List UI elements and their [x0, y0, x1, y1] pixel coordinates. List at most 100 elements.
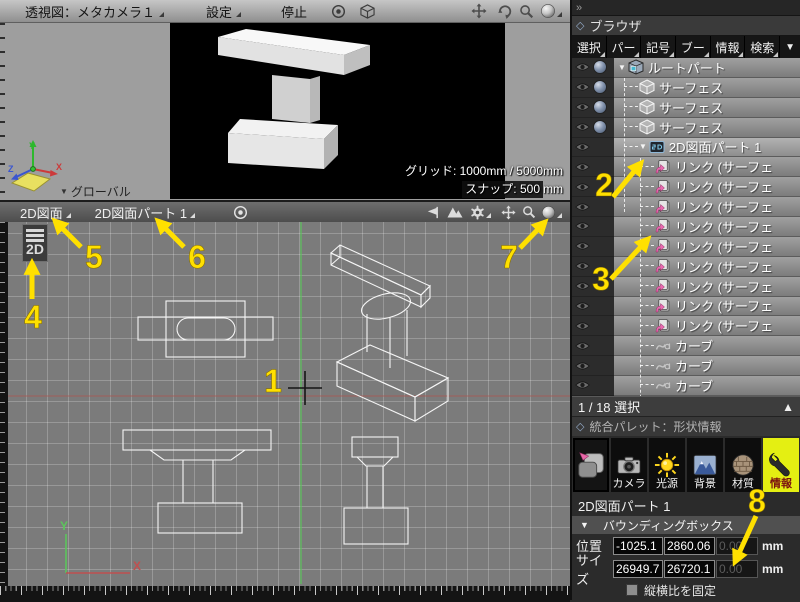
eye-icon[interactable]: [575, 182, 590, 192]
tree-item-label: ルートパート: [648, 58, 726, 77]
tree-item[interactable]: リンク (サーフェ: [572, 277, 800, 297]
part-menu[interactable]: 2D図面パート 1: [95, 203, 195, 222]
tree-item[interactable]: ▼ 2D図面パート 1: [572, 138, 800, 158]
view-type-menu[interactable]: 2D図面: [20, 203, 71, 222]
tree-item[interactable]: リンク (サーフェ: [572, 316, 800, 336]
aspect-checkbox[interactable]: [626, 584, 638, 596]
bounding-box-header[interactable]: ▼ バウンディングボックス: [572, 516, 800, 534]
tree-item[interactable]: リンク (サーフェ: [572, 217, 800, 237]
browser-tab-5[interactable]: 情報: [711, 36, 745, 58]
browser-tab-3[interactable]: 記号: [641, 36, 675, 58]
target-icon[interactable]: [331, 4, 346, 19]
value-field[interactable]: -1025.1: [613, 537, 663, 555]
pan-icon[interactable]: [501, 205, 516, 220]
eye-icon[interactable]: [575, 62, 590, 72]
tool-button-sun[interactable]: 光源: [649, 438, 685, 492]
eye-icon[interactable]: [575, 321, 590, 331]
shape-mode-button[interactable]: [573, 438, 609, 492]
gear-icon[interactable]: [470, 205, 491, 220]
cube-icon[interactable]: [360, 4, 375, 19]
tree-item[interactable]: リンク (サーフェ: [572, 157, 800, 177]
background-view-icon[interactable]: [447, 204, 463, 220]
tree-item[interactable]: カーブ: [572, 376, 800, 396]
tool-button-bg[interactable]: 背景: [687, 438, 723, 492]
eye-icon[interactable]: [575, 380, 590, 390]
zoom-icon[interactable]: [522, 205, 536, 219]
drawing-canvas[interactable]: [8, 222, 570, 586]
selection-flag-icon[interactable]: [425, 205, 440, 220]
tree-item[interactable]: カーブ: [572, 336, 800, 356]
eye-icon[interactable]: [575, 162, 590, 172]
view-2d-badge[interactable]: 2D: [22, 224, 48, 262]
render-flag-icon[interactable]: [593, 120, 607, 134]
eye-icon[interactable]: [575, 241, 590, 251]
tree-item[interactable]: リンク (サーフェ: [572, 197, 800, 217]
tool-button-material[interactable]: 材質: [725, 438, 761, 492]
camera-menu[interactable]: 透視図：メタカメラ１: [25, 2, 164, 21]
tree-item[interactable]: リンク (サーフェ: [572, 297, 800, 317]
value-field[interactable]: 2860.06: [664, 537, 715, 555]
browser-tab-1[interactable]: 選択: [572, 36, 606, 58]
value-field[interactable]: 26720.1: [664, 560, 715, 578]
display-mode-icon[interactable]: [541, 205, 562, 220]
eye-icon[interactable]: [575, 102, 590, 112]
eye-icon[interactable]: [575, 361, 590, 371]
browser-tab-6[interactable]: 検索: [745, 36, 779, 58]
render-flag-icon[interactable]: [593, 60, 607, 74]
coordinate-mode-selector[interactable]: ▼ グローバル: [60, 183, 131, 200]
tree-item-label: カーブ: [675, 376, 713, 395]
snap-value[interactable]: スナップ: 500: [462, 181, 543, 198]
settings-menu[interactable]: 設定: [206, 2, 241, 21]
tree-item[interactable]: サーフェス: [572, 78, 800, 98]
corner-icon: [738, 52, 743, 57]
palette-header[interactable]: ◇ 統合パレット：形状情報: [572, 416, 800, 436]
expander-icon[interactable]: ▼: [639, 142, 647, 151]
bounding-box-fields: 位置-1025.12860.060.00mmサイズ26949.726720.10…: [572, 534, 800, 580]
tree-item-label: リンク (サーフェ: [675, 177, 773, 196]
render-flag-icon[interactable]: [593, 80, 607, 94]
eye-icon[interactable]: [575, 202, 590, 212]
tool-button-wrench[interactable]: 情報: [763, 438, 799, 492]
eye-icon[interactable]: [575, 281, 590, 291]
tool-button-camera[interactable]: カメラ: [611, 438, 647, 492]
eye-icon[interactable]: [575, 301, 590, 311]
tree-item[interactable]: リンク (サーフェ: [572, 177, 800, 197]
target-icon[interactable]: [233, 205, 248, 220]
rotate-icon[interactable]: [497, 3, 513, 19]
eye-icon[interactable]: [575, 82, 590, 92]
tree-item[interactable]: リンク (サーフェ: [572, 237, 800, 257]
browser-tab-4[interactable]: ブー: [676, 36, 710, 58]
tree-row-body: リンク (サーフェ: [614, 177, 800, 197]
expander-icon[interactable]: ▼: [618, 63, 626, 72]
display-mode-icon[interactable]: [540, 3, 562, 19]
value-field[interactable]: 26949.7: [613, 560, 663, 578]
tree-item-label: リンク (サーフェ: [675, 297, 773, 316]
zoom-icon[interactable]: [519, 4, 534, 19]
eye-icon[interactable]: [575, 341, 590, 351]
collapse-tree-icon[interactable]: ▲: [782, 400, 794, 414]
browser-header[interactable]: ◇ ブラウザ: [572, 16, 800, 36]
tree-item-label: 2D図面パート 1: [669, 138, 761, 157]
tabs-more-button[interactable]: ▼: [780, 36, 800, 58]
tree-item[interactable]: リンク (サーフェ: [572, 257, 800, 277]
eye-icon[interactable]: [575, 261, 590, 271]
tree-item-label: リンク (サーフェ: [675, 316, 773, 335]
eye-icon[interactable]: [575, 221, 590, 231]
render-flag-icon[interactable]: [593, 100, 607, 114]
panel-collapse-strip[interactable]: »: [572, 0, 800, 16]
eye-icon[interactable]: [575, 142, 590, 152]
eye-icon[interactable]: [575, 122, 590, 132]
tab-label: 検索: [750, 39, 774, 56]
stop-button[interactable]: 停止: [281, 2, 307, 21]
browser-tab-2[interactable]: パー: [607, 36, 641, 58]
tree-item[interactable]: カーブ: [572, 356, 800, 376]
pan-icon[interactable]: [471, 3, 487, 19]
tree-item-label: リンク (サーフェ: [675, 277, 773, 296]
selected-part-name: 2D図面パート 1: [572, 494, 800, 516]
tree-row-gutter: [572, 118, 614, 138]
perspective-canvas[interactable]: Y X Z ▼ グローバル グリッド: 1000mm / 5000mm スナップ…: [0, 23, 570, 201]
tree-item[interactable]: ▼ ルートパート: [572, 58, 800, 78]
tree-item[interactable]: サーフェス: [572, 118, 800, 138]
tree-item[interactable]: サーフェス: [572, 98, 800, 118]
tree-connector: [640, 265, 654, 267]
